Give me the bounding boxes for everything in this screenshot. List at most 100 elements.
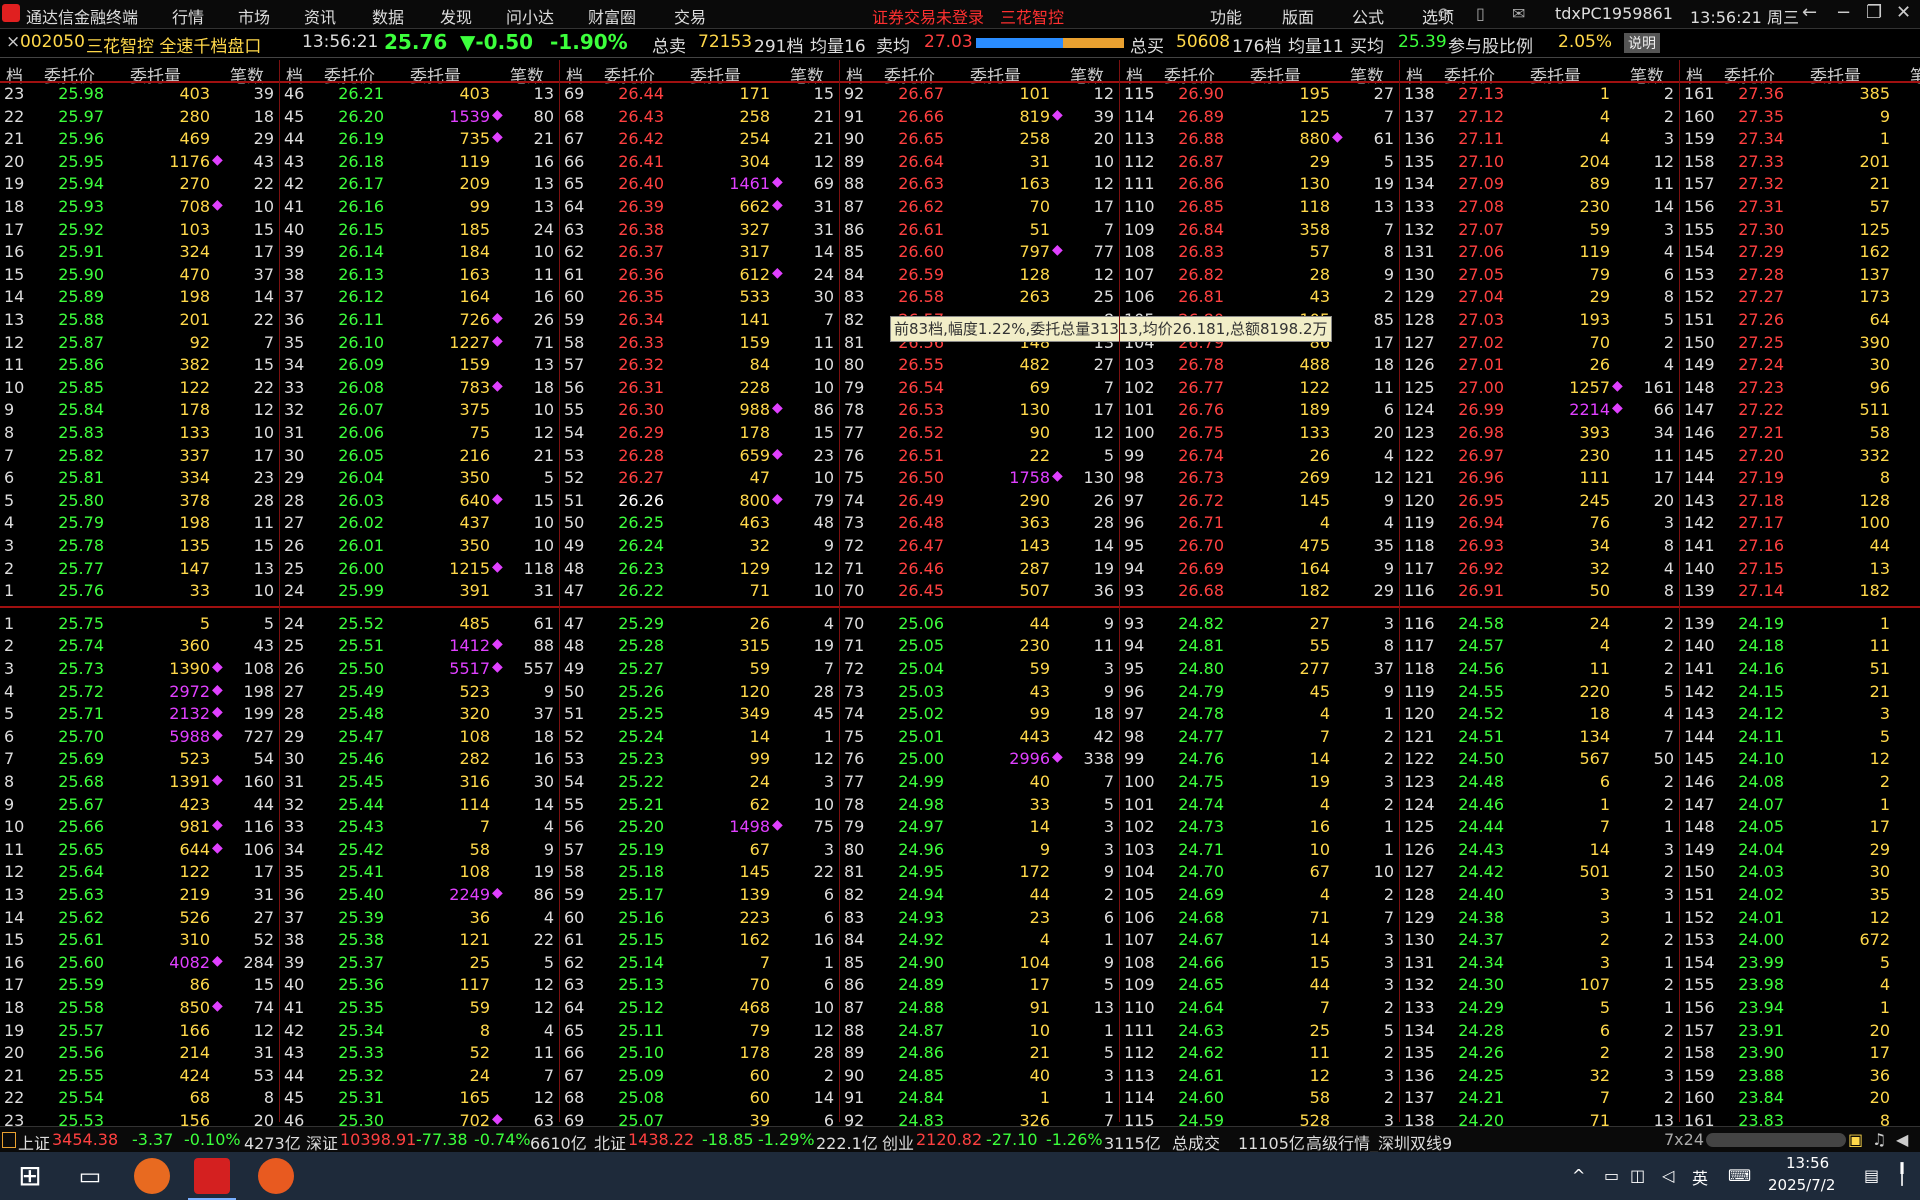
sell-level-row[interactable]: 3 25.78 135 15	[0, 534, 280, 556]
sell-level-row[interactable]: 53 26.28 659 23 ◆	[560, 444, 840, 466]
battery-icon[interactable]: ▭	[1604, 1166, 1619, 1185]
sell-level-row[interactable]: 17 25.92 103 15	[0, 218, 280, 240]
buy-level-row[interactable]: 58 25.18 145 22	[560, 860, 840, 882]
buy-level-row[interactable]: 44 25.32 24 7	[280, 1064, 560, 1086]
sell-level-row[interactable]: 52 26.27 47 10	[560, 466, 840, 488]
buy-level-row[interactable]: 57 25.19 67 3	[560, 838, 840, 860]
sell-level-row[interactable]: 152 27.27 173	[1680, 285, 1920, 307]
sell-level-row[interactable]: 78 26.53 130 17	[840, 398, 1120, 420]
sell-level-row[interactable]: 65 26.40 1461 69 ◆	[560, 172, 840, 194]
menu-function[interactable]: 功能	[1210, 4, 1242, 28]
buy-level-row[interactable]: 71 25.05 230 11	[840, 634, 1120, 656]
sell-level-row[interactable]: 129 27.04 29 8	[1400, 285, 1680, 307]
sell-level-row[interactable]: 61 26.36 612 24 ◆	[560, 263, 840, 285]
sell-level-row[interactable]: 63 26.38 327 31	[560, 218, 840, 240]
sell-level-row[interactable]: 143 27.18 128	[1680, 489, 1920, 511]
sell-level-row[interactable]: 107 26.82 28 9	[1120, 263, 1400, 285]
status-search-box[interactable]	[1706, 1133, 1846, 1147]
buy-level-row[interactable]: 117 24.57 4 2	[1400, 634, 1680, 656]
buy-level-row[interactable]: 37 25.39 36 4	[280, 906, 560, 928]
taskbar-date[interactable]: 2025/7/2	[1768, 1176, 1835, 1194]
sell-level-row[interactable]: 35 26.10 1227 71 ◆	[280, 331, 560, 353]
sell-level-row[interactable]: 141 27.16 44	[1680, 534, 1920, 556]
sell-level-row[interactable]: 76 26.51 22 5	[840, 444, 1120, 466]
menu-formula[interactable]: 公式	[1352, 4, 1384, 28]
buy-level-row[interactable]: 36 25.40 2249 86 ◆	[280, 883, 560, 905]
buy-level-row[interactable]: 109 24.65 44 3	[1120, 973, 1400, 995]
sell-level-row[interactable]: 123 26.98 393 34	[1400, 421, 1680, 443]
buy-level-row[interactable]: 35 25.41 108 19	[280, 860, 560, 882]
minimize-icon[interactable]: −	[1836, 2, 1851, 23]
buy-level-row[interactable]: 63 25.13 70 6	[560, 973, 840, 995]
buy-level-row[interactable]: 34 25.42 58 9	[280, 838, 560, 860]
buy-level-row[interactable]: 97 24.78 4 1	[1120, 702, 1400, 724]
buy-level-row[interactable]: 25 25.51 1412 88 ◆	[280, 634, 560, 656]
buy-level-row[interactable]: 122 24.50 567 50	[1400, 747, 1680, 769]
buy-level-row[interactable]: 16 25.60 4082 284 ◆	[0, 951, 280, 973]
sell-level-row[interactable]: 20 25.95 1176 43 ◆	[0, 150, 280, 172]
buy-level-row[interactable]: 56 25.20 1498 75 ◆	[560, 815, 840, 837]
sell-level-row[interactable]: 67 26.42 254 21	[560, 127, 840, 149]
sell-level-row[interactable]: 124 26.99 2214 66 ◆	[1400, 398, 1680, 420]
sell-level-row[interactable]: 36 26.11 726 26 ◆	[280, 308, 560, 330]
sell-level-row[interactable]: 12 25.87 92 7	[0, 331, 280, 353]
sell-level-row[interactable]: 71 26.46 287 19	[840, 557, 1120, 579]
sell-level-row[interactable]: 84 26.59 128 12	[840, 263, 1120, 285]
buy-level-row[interactable]: 143 24.12 3	[1680, 702, 1920, 724]
data-feed[interactable]: 高级行情_深圳双线9	[1306, 1130, 1452, 1154]
sell-level-row[interactable]: 145 27.20 332	[1680, 444, 1920, 466]
buy-level-row[interactable]: 129 24.38 3 1	[1400, 906, 1680, 928]
buy-level-row[interactable]: 160 23.84 20	[1680, 1086, 1920, 1108]
buy-level-row[interactable]: 5 25.71 2132 199 ◆	[0, 702, 280, 724]
buy-level-row[interactable]: 41 25.35 59 12	[280, 996, 560, 1018]
buy-level-row[interactable]: 153 24.00 672	[1680, 928, 1920, 950]
sell-level-row[interactable]: 13 25.88 201 22	[0, 308, 280, 330]
buy-level-row[interactable]: 31 25.45 316 30	[280, 770, 560, 792]
sell-level-row[interactable]: 126 27.01 26 4	[1400, 353, 1680, 375]
close-icon[interactable]: ✕	[1896, 2, 1911, 23]
sell-level-row[interactable]: 25 26.00 1215 118 ◆	[280, 557, 560, 579]
sell-level-row[interactable]: 66 26.41 304 12	[560, 150, 840, 172]
buy-level-row[interactable]: 48 25.28 315 19	[560, 634, 840, 656]
bell-icon[interactable]: ♫	[1872, 1130, 1886, 1149]
buy-level-row[interactable]: 107 24.67 14 3	[1120, 928, 1400, 950]
sell-level-row[interactable]: 62 26.37 317 14	[560, 240, 840, 262]
buy-level-row[interactable]: 80 24.96 9 3	[840, 838, 1120, 860]
buy-level-row[interactable]: 59 25.17 139 6	[560, 883, 840, 905]
buy-level-row[interactable]: 43 25.33 52 11	[280, 1041, 560, 1063]
close-panel-icon[interactable]: ×	[6, 32, 20, 52]
buy-level-row[interactable]: 83 24.93 23 6	[840, 906, 1120, 928]
sell-level-row[interactable]: 4 25.79 198 11	[0, 511, 280, 533]
sell-level-row[interactable]: 42 26.17 209 13	[280, 172, 560, 194]
sell-level-row[interactable]: 158 27.33 201	[1680, 150, 1920, 172]
refresh-icon[interactable]: ⟳	[1438, 4, 1451, 23]
buy-level-row[interactable]: 149 24.04 29	[1680, 838, 1920, 860]
sell-level-row[interactable]: 135 27.10 204 12	[1400, 150, 1680, 172]
sz-index-label[interactable]: 深证	[306, 1130, 338, 1154]
menu-wealth[interactable]: 财富圈	[588, 4, 636, 28]
buy-level-row[interactable]: 123 24.48 6 2	[1400, 770, 1680, 792]
sell-level-row[interactable]: 156 27.31 57	[1680, 195, 1920, 217]
buy-level-row[interactable]: 33 25.43 7 4	[280, 815, 560, 837]
buy-level-row[interactable]: 148 24.05 17	[1680, 815, 1920, 837]
buy-level-row[interactable]: 144 24.11 5	[1680, 725, 1920, 747]
sell-level-row[interactable]: 116 26.91 50 8	[1400, 579, 1680, 601]
sell-level-row[interactable]: 75 26.50 1758 130 ◆	[840, 466, 1120, 488]
buy-level-row[interactable]: 22 25.54 68 8	[0, 1086, 280, 1108]
sell-level-row[interactable]: 89 26.64 31 10	[840, 150, 1120, 172]
buy-level-row[interactable]: 21 25.55 424 53	[0, 1064, 280, 1086]
sell-level-row[interactable]: 85 26.60 797 77 ◆	[840, 240, 1120, 262]
buy-level-row[interactable]: 116 24.58 24 2	[1400, 612, 1680, 634]
sell-level-row[interactable]: 5 25.80 378 28	[0, 489, 280, 511]
sell-level-row[interactable]: 114 26.89 125 7	[1120, 105, 1400, 127]
buy-level-row[interactable]: 75 25.01 443 42	[840, 725, 1120, 747]
sell-level-row[interactable]: 142 27.17 100	[1680, 511, 1920, 533]
buy-level-row[interactable]: 133 24.29 5 1	[1400, 996, 1680, 1018]
buy-level-row[interactable]: 137 24.21 7 2	[1400, 1086, 1680, 1108]
sell-level-row[interactable]: 137 27.12 4 2	[1400, 105, 1680, 127]
sell-level-row[interactable]: 34 26.09 159 13	[280, 353, 560, 375]
buy-level-row[interactable]: 108 24.66 15 3	[1120, 951, 1400, 973]
buy-level-row[interactable]: 38 25.38 121 22	[280, 928, 560, 950]
buy-level-row[interactable]: 3 25.73 1390 108 ◆	[0, 657, 280, 679]
buy-level-row[interactable]: 131 24.34 3 1	[1400, 951, 1680, 973]
